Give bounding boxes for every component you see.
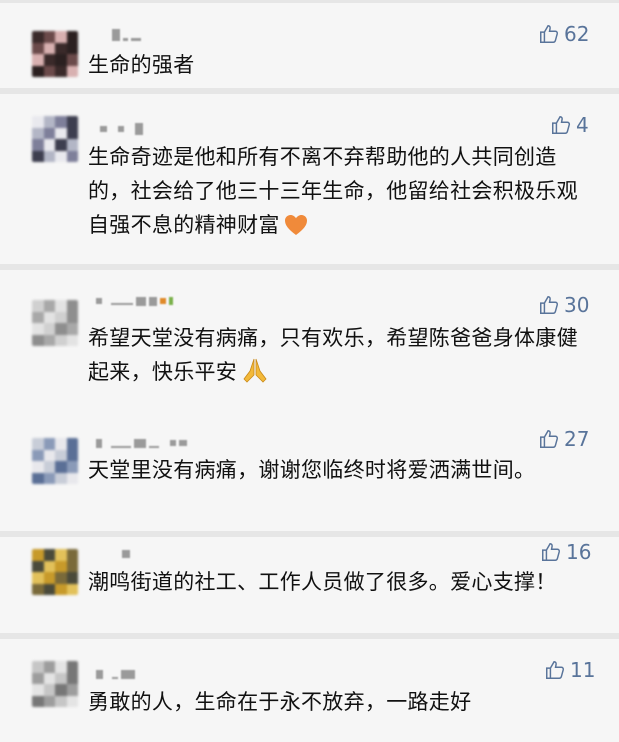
avatar[interactable] bbox=[32, 438, 78, 484]
thumbs-up-icon bbox=[540, 296, 559, 314]
username[interactable] bbox=[96, 436, 187, 450]
username[interactable] bbox=[100, 122, 143, 136]
username[interactable] bbox=[112, 28, 141, 42]
like-count: 30 bbox=[564, 293, 590, 317]
comment-text: 生命的强者 bbox=[88, 53, 195, 77]
thumbs-up-icon bbox=[546, 661, 565, 679]
avatar[interactable] bbox=[32, 549, 78, 595]
like-button[interactable]: 4 bbox=[550, 112, 589, 138]
like-button[interactable]: 27 bbox=[538, 426, 589, 452]
thumbs-up-icon bbox=[540, 430, 559, 448]
comment-card-group: 30 希望天堂没有病痛，只有欢乐，希望陈爸爸身体康健起来，快乐平安 27 天堂里… bbox=[0, 270, 619, 531]
username[interactable] bbox=[96, 667, 135, 681]
like-button[interactable]: 30 bbox=[538, 292, 589, 318]
comment-card: 62 生命的强者 bbox=[0, 3, 619, 88]
avatar[interactable] bbox=[32, 116, 78, 162]
thumbs-up-icon bbox=[542, 543, 561, 561]
comment-card: 4 生命奇迹是他和所有不离不弃帮助他的人共同创造的，社会给了他三十三年生命，他留… bbox=[0, 94, 619, 264]
orange-heart-icon bbox=[284, 212, 308, 246]
comment-text: 天堂里没有病痛，谢谢您临终时将爱洒满世间。 bbox=[88, 458, 536, 482]
avatar[interactable] bbox=[32, 31, 78, 77]
comment-text: 生命奇迹是他和所有不离不弃帮助他的人共同创造的，社会给了他三十三年生命，他留给社… bbox=[88, 140, 593, 246]
like-count: 62 bbox=[564, 22, 590, 46]
comment-text: 潮鸣街道的社工、工作人员做了很多。爱心支撑！ bbox=[88, 570, 557, 594]
like-count: 4 bbox=[576, 113, 589, 137]
like-count: 11 bbox=[570, 658, 596, 682]
like-button[interactable]: 62 bbox=[538, 21, 589, 47]
comment-text: 希望天堂没有病痛，只有欢乐，希望陈爸爸身体康健起来，快乐平安 bbox=[88, 321, 593, 393]
avatar[interactable] bbox=[32, 300, 78, 346]
like-count: 27 bbox=[564, 427, 590, 451]
thumbs-up-icon bbox=[552, 116, 571, 134]
like-count: 16 bbox=[566, 540, 592, 564]
comment-card: 16 潮鸣街道的社工、工作人员做了很多。爱心支撑！ bbox=[0, 537, 619, 633]
avatar[interactable] bbox=[32, 661, 78, 707]
comment-card: 11 勇敢的人，生命在于永不放弃，一路走好 bbox=[0, 639, 619, 742]
username[interactable] bbox=[96, 294, 173, 308]
username[interactable] bbox=[122, 547, 130, 561]
like-button[interactable]: 16 bbox=[540, 539, 591, 565]
comment-text: 勇敢的人，生命在于永不放弃，一路走好 bbox=[88, 690, 472, 714]
folded-hands-icon bbox=[241, 357, 269, 393]
like-button[interactable]: 11 bbox=[544, 657, 595, 683]
thumbs-up-icon bbox=[540, 25, 559, 43]
